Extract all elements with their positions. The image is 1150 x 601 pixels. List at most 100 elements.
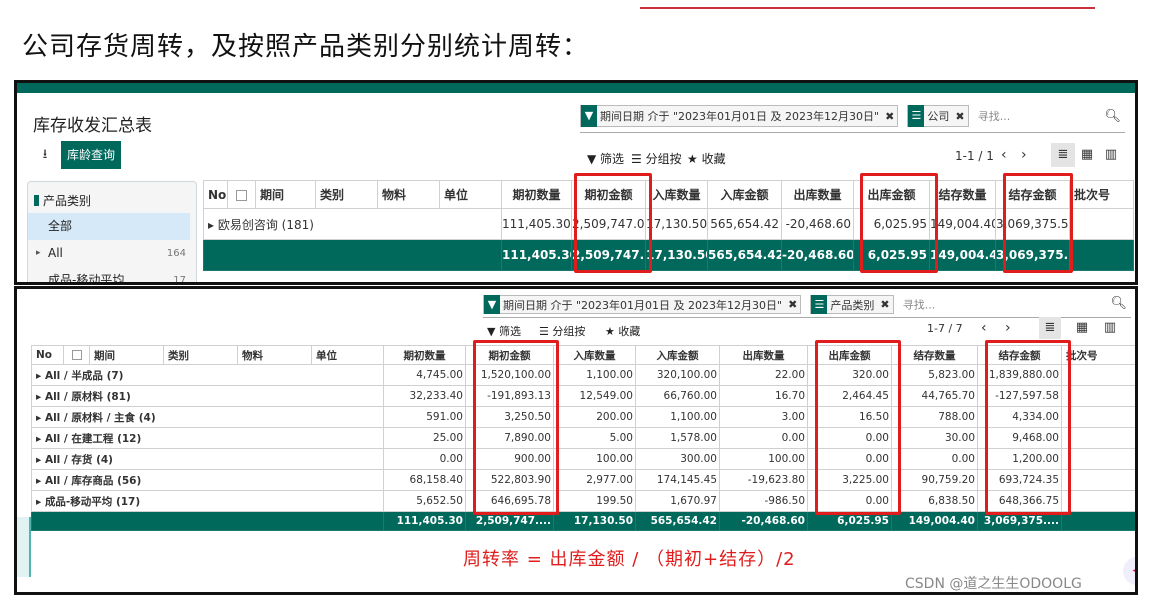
col-material[interactable]: 物料	[377, 180, 440, 209]
side-handle[interactable]	[17, 517, 31, 577]
group-row[interactable]: ▸ All / 存货 (4) 0.00 900.00 100.00 300.00 100.…	[31, 448, 1135, 470]
total-closing-amount: 3,069,375....	[995, 239, 1070, 271]
col-in-amount[interactable]: 入库金额	[707, 180, 782, 209]
col-opening-amount[interactable]: 期初金额	[465, 345, 554, 365]
col-lot[interactable]: 批次号	[1069, 180, 1134, 209]
col-out-qty[interactable]: 出库数量	[781, 180, 854, 209]
search-icon[interactable]: 🔍︎	[1110, 296, 1127, 311]
group-row-label[interactable]: ▸ All / 原材料 / 主食 (4)	[31, 406, 384, 428]
select-all-checkbox[interactable]	[227, 180, 256, 209]
total-opening-qty: 111,405.30	[501, 239, 572, 271]
list-view-icon[interactable]: ≣	[1039, 317, 1061, 339]
group-row-label[interactable]: ▸ All / 存货 (4)	[31, 448, 384, 470]
col-closing-qty[interactable]: 结存数量	[929, 180, 996, 209]
total-in-amount: 565,654.42	[635, 511, 720, 531]
remove-facet-icon[interactable]: ✖	[785, 298, 800, 311]
pivot-view-icon[interactable]: ▦	[1075, 143, 1099, 167]
group-row-label[interactable]: ▸ All / 库存商品 (56)	[31, 469, 384, 491]
cell-opening-qty: 25.00	[383, 427, 466, 449]
assistant-icon[interactable]: ✦	[1123, 557, 1135, 585]
groupby-button[interactable]: ☰ 分组按	[631, 150, 682, 167]
filters-button[interactable]: ▼ 筛选	[587, 150, 624, 167]
col-out-amount[interactable]: 出库金额	[807, 345, 892, 365]
cell-out-amount: 16.50	[807, 406, 892, 428]
filter-facet[interactable]: ▼ 期间日期 介于 "2023年01月01日 及 2023年12月30日" ✖	[580, 105, 899, 127]
col-period[interactable]: 期间	[89, 345, 164, 365]
col-in-qty[interactable]: 入库数量	[553, 345, 636, 365]
pivot-view-icon[interactable]: ▦	[1071, 317, 1093, 339]
filters-button[interactable]: ▼ 筛选	[487, 323, 521, 339]
stock-age-button[interactable]: 库龄查询	[61, 141, 122, 169]
group-row[interactable]: ▸ All / 原材料 (81) 32,233.40 -191,893.13 12,5…	[31, 385, 1135, 407]
group-row-label[interactable]: ▸ All / 在建工程 (12)	[31, 427, 384, 449]
group-row-label[interactable]: ▸ 成品-移动平均 (17)	[31, 490, 384, 512]
favorites-button[interactable]: ★ 收藏	[605, 323, 640, 339]
cell-closing-qty: 149,004.40	[929, 208, 996, 240]
pager-value[interactable]: 1-7 / 7	[927, 322, 963, 335]
cell-lot	[1061, 385, 1135, 407]
col-in-amount[interactable]: 入库金额	[635, 345, 720, 365]
col-out-qty[interactable]: 出库数量	[719, 345, 808, 365]
col-no[interactable]: No	[203, 180, 228, 209]
groupby-facet[interactable]: ☰ 公司 ✖	[907, 105, 969, 127]
col-category[interactable]: 类别	[315, 180, 378, 209]
pager-next-icon[interactable]: ›	[1005, 320, 1011, 336]
col-out-amount[interactable]: 出库金额	[853, 180, 930, 209]
col-lot[interactable]: 批次号	[1061, 345, 1135, 365]
cell-lot	[1061, 406, 1135, 428]
remove-facet-icon[interactable]: ✖	[952, 110, 967, 123]
col-material[interactable]: 物料	[237, 345, 312, 365]
group-row[interactable]: ▸ All / 库存商品 (56) 68,158.40 522,803.90 2,97…	[31, 469, 1135, 491]
group-row-label[interactable]: ▸ All / 半成品 (7)	[31, 364, 384, 386]
search-input[interactable]: 寻找...	[903, 299, 936, 312]
group-row[interactable]: ▸ 成品-移动平均 (17) 5,652.50 646,695.78 199.50 1,…	[31, 490, 1135, 512]
groupby-facet[interactable]: ☰ 产品类别 ✖	[810, 295, 894, 314]
groupby-button[interactable]: ☰ 分组按	[539, 323, 585, 339]
cell-in-amount: 565,654.42	[707, 208, 782, 240]
group-row-label[interactable]: ▸ All / 原材料 (81)	[31, 385, 384, 407]
pager-prev-icon[interactable]: ‹	[1001, 147, 1007, 163]
col-unit[interactable]: 单位	[311, 345, 384, 365]
pager-prev-icon[interactable]: ‹	[981, 320, 987, 336]
col-period[interactable]: 期间	[255, 180, 316, 209]
download-icon[interactable]: ⭳	[33, 141, 57, 169]
cell-in-amount: 174,145.45	[635, 469, 720, 491]
col-closing-qty[interactable]: 结存数量	[891, 345, 978, 365]
sidebar-title: 产品类别	[28, 182, 196, 213]
col-in-qty[interactable]: 入库数量	[645, 180, 708, 209]
cell-closing-amount: 4,334.00	[977, 406, 1062, 428]
total-in-qty: 17,130.50	[645, 239, 708, 271]
select-all-checkbox[interactable]	[63, 345, 90, 365]
sidebar-item-finished-goods[interactable]: 成品-移动平均 17	[28, 267, 196, 282]
sidebar-item-all[interactable]: ▸ All 164	[28, 240, 196, 267]
search-bar: ▼ 期间日期 介于 "2023年01月01日 及 2023年12月30日" ✖ ☰ 公…	[580, 105, 1125, 133]
col-opening-qty[interactable]: 期初数量	[383, 345, 466, 365]
col-unit[interactable]: 单位	[439, 180, 502, 209]
group-row-label[interactable]: ▸ 欧易创咨询 (181)	[203, 208, 502, 240]
group-row[interactable]: ▸ All / 在建工程 (12) 25.00 7,890.00 5.00 1,578.…	[31, 427, 1135, 449]
pager-next-icon[interactable]: ›	[1021, 147, 1027, 163]
favorites-button[interactable]: ★ 收藏	[687, 150, 726, 167]
cell-opening-amount: 646,695.78	[465, 490, 554, 512]
graph-view-icon[interactable]: ▥	[1099, 143, 1123, 167]
pager-value[interactable]: 1-1 / 1	[955, 149, 994, 163]
remove-facet-icon[interactable]: ✖	[877, 298, 892, 311]
filter-facet[interactable]: ▼ 期间日期 介于 "2023年01月01日 及 2023年12月30日" ✖	[483, 295, 802, 314]
group-row[interactable]: ▸ All / 半成品 (7) 4,745.00 1,520,100.00 1,100…	[31, 364, 1135, 386]
col-no[interactable]: No	[31, 345, 64, 365]
list-view-icon[interactable]: ≣	[1051, 143, 1075, 167]
cell-closing-qty: 788.00	[891, 406, 978, 428]
group-row[interactable]: ▸ 欧易创咨询 (181) 111,405.30 2,509,747.05 17…	[203, 208, 1134, 240]
sidebar-item-all-cn[interactable]: 全部	[28, 213, 190, 240]
col-opening-amount[interactable]: 期初金额	[571, 180, 646, 209]
group-row[interactable]: ▸ All / 原材料 / 主食 (4) 591.00 3,250.50 200.00…	[31, 406, 1135, 428]
search-input[interactable]: 寻找...	[978, 110, 1011, 123]
total-lot	[1061, 511, 1135, 531]
remove-facet-icon[interactable]: ✖	[882, 110, 897, 123]
col-closing-amount[interactable]: 结存金额	[977, 345, 1062, 365]
col-closing-amount[interactable]: 结存金额	[995, 180, 1070, 209]
col-category[interactable]: 类别	[163, 345, 238, 365]
search-icon[interactable]: 🔍︎	[1104, 109, 1121, 124]
graph-view-icon[interactable]: ▥	[1099, 317, 1121, 339]
col-opening-qty[interactable]: 期初数量	[501, 180, 572, 209]
